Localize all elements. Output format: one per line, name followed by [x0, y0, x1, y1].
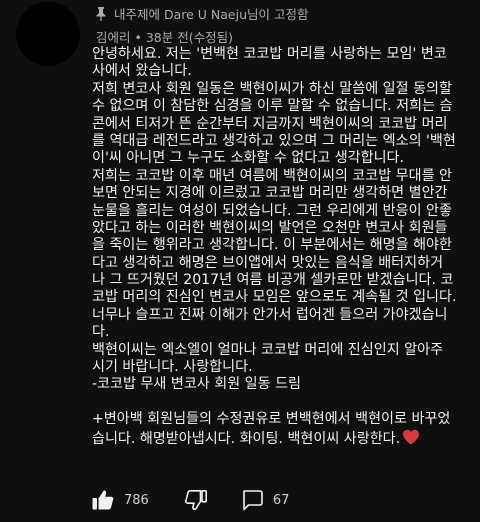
- comment-line: 았다고 하는 이러한 백현이씨의 발언은 오천만 변코사 회원들: [92, 219, 448, 236]
- author-name[interactable]: 김에리: [96, 30, 131, 45]
- comment-line: -코코밥 무새 변코사 회원 일동 드림: [92, 376, 302, 393]
- comment-line: 백현이씨는 엑소엘이 얼마나 코코밥 머리에 진심인지 알아주: [92, 341, 444, 358]
- comment-timestamp[interactable]: 38분 전(수정됨): [146, 30, 233, 45]
- pinned-text: 내주제에 Dare U Naeju님이 고정함: [114, 7, 309, 22]
- comment-line: 저희는 코코밥 이후 매년 여름에 백현이씨의 코코밥 무대를 안: [92, 167, 452, 184]
- comment-line: 코밥 머리의 진심인 변코사 모임은 앞으로도 계속될 것 입니다.: [92, 289, 457, 306]
- reply-icon: [243, 490, 263, 511]
- comment-line: 을 죽이는 행위라고 생각합니다. 이 부분에서는 해명을 해야한: [92, 237, 452, 254]
- comment-line: 다고 생각하고 해명은 브이앱에서 맛있는 음식을 배터지하거: [92, 254, 444, 271]
- comment-line: 시기 바랍니다. 사랑합니다.: [92, 359, 253, 376]
- comment-line: 안녕하세요. 저는 '변백현 코코밥 머리를 사랑하는 모임' 변코: [92, 46, 447, 62]
- comment-line: 눈물을 흘리는 여성이 되었습니다. 그런 우리에게 반응이 안좋: [92, 202, 452, 219]
- comment-meta: 김에리 • 38분 전(수정됨): [96, 27, 233, 46]
- like-button[interactable]: 786: [92, 490, 149, 510]
- comment-line: 를 역대급 레전드라고 생각하고 있으며 그 머리는 엑소의 '백현: [92, 132, 456, 149]
- comment-line-text: 습니다. 해명받아냅시다. 화이팅. 백현이씨 사랑한다.: [92, 430, 401, 447]
- thumbs-down-icon: [184, 490, 207, 510]
- comment-line: 나 그 뜨거웠던 2017년 여름 비공개 셀카로만 받겠습니다. 코: [92, 272, 454, 289]
- heart-icon: [403, 429, 420, 445]
- avatar[interactable]: [16, 2, 80, 66]
- reply-count: 67: [272, 492, 290, 508]
- reply-button[interactable]: 67: [241, 489, 290, 511]
- comment-line: 다.: [92, 324, 110, 341]
- comment-line-last: 습니다. 해명받아냅시다. 화이팅. 백현이씨 사랑한다.: [92, 429, 467, 447]
- meta-separator: •: [130, 30, 146, 45]
- comment-line: 콘에서 티저가 뜬 순간부터 지금까지 백현이씨의 코코밥 머리: [92, 115, 448, 132]
- comment-body: 안녕하세요. 저는 '변백현 코코밥 머리를 사랑하는 모임' 변코 사에서 왔…: [92, 46, 467, 447]
- comment-actions: 786 67: [92, 486, 289, 514]
- dislike-button[interactable]: [184, 490, 207, 510]
- comment-line: 너무나 슬프고 진짜 이해가 안가서 럽어겐 들으러 가야겠습니: [92, 306, 448, 323]
- pinned-label: 내주제에 Dare U Naeju님이 고정함: [96, 4, 308, 23]
- thumbs-up-icon: [92, 490, 114, 510]
- comment-line: 수 없으며 이 참담한 심경을 이루 말할 수 없습니다. 저희는 슴: [92, 98, 453, 115]
- like-count: 786: [124, 492, 149, 508]
- comment-line: 이'씨 아니면 그 누구도 소화할 수 없다고 생각합니다.: [92, 150, 405, 167]
- comment-line: +변아백 회원님들의 수정권유로 변백현에서 백현이로 바꾸었: [92, 411, 451, 428]
- comment-line: 저희 변코사 회원 일동은 백현이씨가 하신 말씀에 일절 동의할: [92, 80, 452, 97]
- comment-line: 사에서 왔습니다.: [92, 63, 192, 80]
- comment-line: 보면 안되는 지경에 이르렀고 코코밥 머리만 생각하면 별안간: [92, 185, 448, 202]
- pin-icon: [96, 6, 106, 21]
